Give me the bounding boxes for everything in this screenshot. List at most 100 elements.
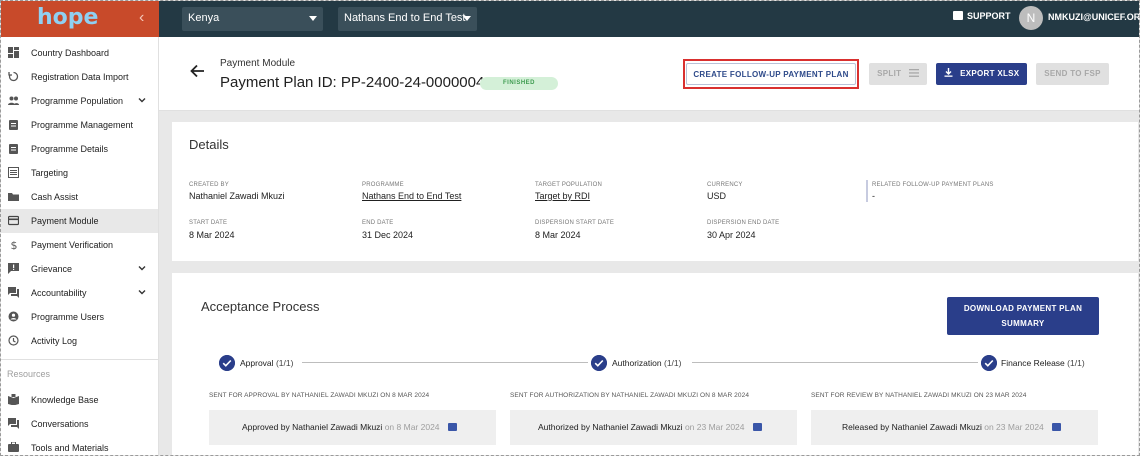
sidebar-item-label: Conversations [31,419,89,429]
step-finance-release-count: (1/1) [1067,358,1085,368]
approval-action: Approved by Nathaniel Zawadi Mkuzi on 8 … [242,422,457,432]
sidebar-item-label: Accountability [31,288,87,298]
folder-icon [8,193,19,201]
details-title: Details [189,137,229,152]
authorization-action: Authorized by Nathaniel Zawadi Mkuzi on … [538,422,762,432]
export-xlsx-label: EXPORT XLSX [960,69,1020,78]
forum-icon [8,418,19,429]
sidebar-item-programme-population[interactable]: Programme Population [1,89,158,113]
split-button-label: SPLIT [877,69,902,78]
step-approval-label: Approval [240,358,274,368]
comment-icon[interactable] [1052,423,1062,431]
sidebar-item-label: Tools and Materials [31,443,109,453]
sidebar-item-label: Cash Assist [31,192,79,202]
chevron-down-icon [309,16,317,21]
card-icon [8,215,19,226]
sidebar-item-programme-users[interactable]: Programme Users [1,305,158,329]
sidebar-item-conversations[interactable]: Conversations [1,412,158,436]
currency-value: USD [707,191,727,201]
collapse-sidebar-icon[interactable]: ‹ [139,9,144,27]
export-xlsx-button[interactable]: EXPORT XLSX [936,63,1027,85]
arrow-back-icon[interactable] [189,63,205,79]
download-payment-plan-summary-button[interactable]: DOWNLOAD PAYMENT PLAN SUMMARY [947,297,1099,335]
clipboard-icon [9,120,18,130]
sidebar-item-targeting[interactable]: Targeting [1,161,158,185]
sidebar-item-knowledge-base[interactable]: Knowledge Base [1,388,158,412]
comment-icon[interactable] [752,423,762,431]
page-header: Payment Module Payment Plan ID: PP-2400-… [159,37,1139,111]
app-frame: hope ‹ Kenya Nathans End to End Test SUP… [0,0,1140,456]
related-plans-divider [866,180,868,202]
sidebar-item-label: Programme Population [31,96,124,106]
country-select[interactable]: Kenya [182,7,323,31]
sidebar-item-label: Programme Details [31,144,109,154]
target-population-link[interactable]: Target by RDI [535,191,590,201]
details-card: Details CREATED BY Nathaniel Zawadi Mkuz… [172,121,1138,261]
resources-section-label: Resources [7,369,51,379]
sidebar-item-label: Payment Verification [31,240,114,250]
chevron-down-icon [138,290,146,295]
step-connector [692,362,978,363]
send-to-fsp-button[interactable]: SEND TO FSP [1036,63,1109,85]
check-circle-icon [591,355,607,371]
download-icon [944,68,953,77]
sidebar-item-payment-verification[interactable]: $ Payment Verification [1,233,158,257]
book-icon [8,394,19,405]
breadcrumb[interactable]: Payment Module [220,58,295,69]
top-bar: hope ‹ Kenya Nathans End to End Test SUP… [1,1,1139,37]
hope-logo[interactable]: hope [37,5,98,30]
review-sent-text: SENT FOR REVIEW BY NATHANIEL ZAWADI MKUZ… [811,392,1027,399]
create-follow-up-payment-plan-button[interactable]: CREATE FOLLOW-UP PAYMENT PLAN [686,63,856,85]
step-authorization: Authorization (1/1) [612,358,681,368]
support-button[interactable]: SUPPORT [953,11,1011,21]
programme-select[interactable]: Nathans End to End Test [338,7,477,31]
release-action-date: on 23 Mar 2024 [984,422,1044,432]
user-email[interactable]: NMKUZI@UNICEF.ORG [1048,12,1139,22]
programme-link[interactable]: Nathans End to End Test [362,191,461,201]
clipboard-icon [9,144,18,154]
related-plans-value: - [872,191,875,201]
svg-text:$: $ [11,239,18,250]
sidebar-item-programme-management[interactable]: Programme Management [1,113,158,137]
programme-label: PROGRAMME [362,182,404,188]
approval-action-text: Approved by Nathaniel Zawadi Mkuzi [242,422,383,432]
sidebar-item-label: Programme Management [31,120,134,130]
sidebar-item-grievance[interactable]: Grievance [1,257,158,281]
chevron-down-icon [138,98,146,103]
sidebar-item-label: Grievance [31,264,73,274]
sidebar-item-activity-log[interactable]: Activity Log [1,329,158,353]
status-badge: FINISHED [480,77,558,90]
chevron-down-icon [138,266,146,271]
sidebar-item-payment-module[interactable]: Payment Module [1,209,158,233]
check-circle-icon [219,355,235,371]
sidebar-item-programme-details[interactable]: Programme Details [1,137,158,161]
step-approval-count: (1/1) [275,358,294,368]
acceptance-process-title: Acceptance Process [201,299,320,314]
dispersion-end-date-value: 30 Apr 2024 [707,230,756,240]
release-action: Released by Nathaniel Zawadi Mkuzi on 23… [842,422,1062,432]
split-button[interactable]: SPLIT [869,63,927,85]
refresh-icon [8,71,19,82]
sidebar-item-cash-assist[interactable]: Cash Assist [1,185,158,209]
alert-icon [8,263,19,274]
created-by-value: Nathaniel Zawadi Mkuzi [189,191,285,201]
sidebar-item-country-dashboard[interactable]: Country Dashboard [1,41,158,65]
support-label: SUPPORT [967,11,1011,21]
step-authorization-label: Authorization [612,358,662,368]
support-chat-icon [953,11,963,20]
sidebar-item-registration-data-import[interactable]: Registration Data Import [1,65,158,89]
created-by-label: CREATED BY [189,182,229,188]
sidebar-item-accountability[interactable]: Accountability [1,281,158,305]
step-connector [302,362,588,363]
sidebar-item-label: Targeting [31,168,69,178]
dashboard-icon [8,47,19,58]
globe-icon [8,311,19,322]
people-icon [8,96,19,105]
sidebar-item-tools-and-materials[interactable]: Tools and Materials [1,436,158,455]
dispersion-start-date-label: DISPERSION START DATE [535,220,615,226]
avatar[interactable]: N [1019,6,1043,30]
comment-icon[interactable] [447,423,457,431]
download-button-line2: SUMMARY [1001,319,1045,328]
step-approval: Approval (1/1) [240,358,293,368]
country-select-value: Kenya [188,12,220,24]
